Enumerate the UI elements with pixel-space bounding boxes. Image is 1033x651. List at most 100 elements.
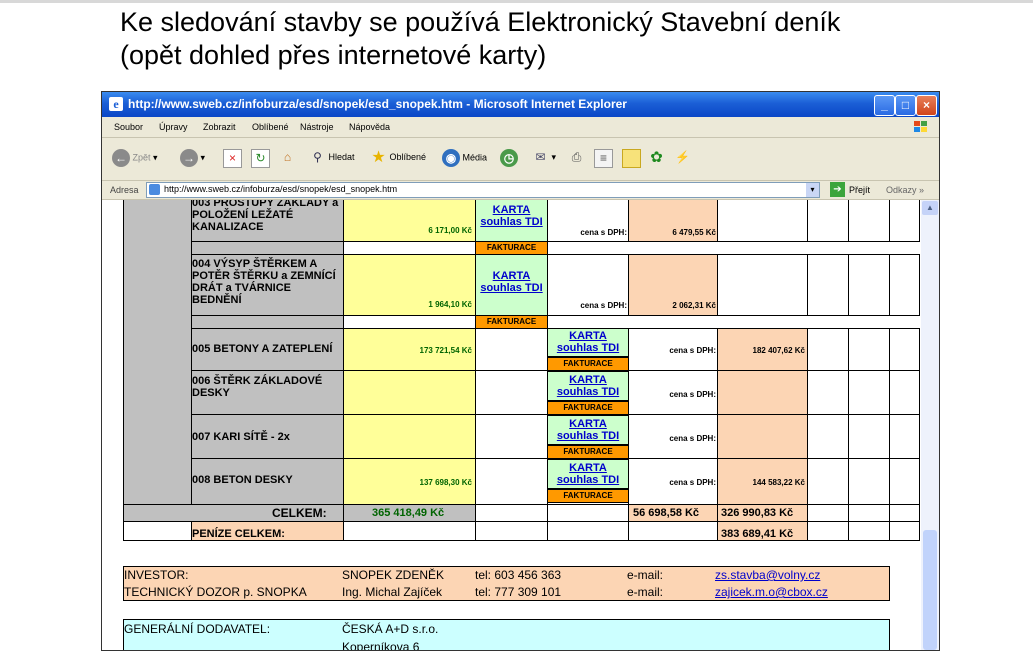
investor-tel: tel: 603 456 363 bbox=[475, 568, 562, 582]
investor-email-link[interactable]: zs.stavba@volny.cz bbox=[715, 568, 820, 582]
menu-bar: Soubor Úpravy Zobrazit Oblíbené Nástroje… bbox=[102, 117, 939, 138]
menu-zobrazit[interactable]: Zobrazit bbox=[203, 122, 236, 132]
penize-col8 bbox=[807, 521, 849, 541]
row004-karta-link[interactable]: KARTA souhlas TDI bbox=[475, 270, 548, 294]
forward-button[interactable]: → ▾ bbox=[180, 149, 205, 169]
address-url: http://www.sweb.cz/infoburza/esd/snopek/… bbox=[164, 184, 398, 194]
row003-col8 bbox=[807, 200, 849, 242]
go-arrow-icon[interactable]: ➔ bbox=[830, 182, 845, 197]
row005-cena-label: cena s DPH: bbox=[669, 346, 716, 355]
refresh-button[interactable]: ↻ bbox=[251, 149, 270, 169]
row006-fakturace[interactable]: FAKTURACE bbox=[547, 403, 629, 412]
penize-value: 383 689,41 Kč bbox=[721, 528, 794, 540]
dozor-role: TECHNICKÝ DOZOR p. SNOPKA bbox=[124, 585, 307, 599]
celkem-col4 bbox=[475, 504, 548, 522]
investor-email-label: e-mail: bbox=[627, 568, 664, 582]
history-icon: ◷ bbox=[500, 149, 518, 167]
row003-cena-label: cena s DPH: bbox=[580, 228, 627, 237]
menu-napoveda[interactable]: Nápověda bbox=[349, 122, 390, 132]
penize-col10 bbox=[889, 521, 920, 541]
window-titlebar[interactable]: e http://www.sweb.cz/infoburza/esd/snope… bbox=[102, 92, 939, 117]
celkem-label: CELKEM: bbox=[272, 506, 327, 520]
address-label: Adresa bbox=[110, 185, 139, 195]
row007-cena-label: cena s DPH: bbox=[669, 434, 716, 443]
row003-amount: 6 171,00 Kč bbox=[428, 226, 472, 235]
row005-fakturace[interactable]: FAKTURACE bbox=[547, 359, 629, 368]
links-button[interactable]: Odkazy » bbox=[886, 185, 924, 195]
menu-soubor[interactable]: Soubor bbox=[114, 122, 143, 132]
menu-nastroje[interactable]: Nástroje bbox=[300, 122, 334, 132]
rows-005-008-col8 bbox=[807, 328, 849, 505]
row004-item: 004 VÝSYP ŠTĚRKEM A POTĚR ŠTĚRKU a ZEMNÍ… bbox=[192, 258, 336, 306]
row003-karta-link[interactable]: KARTA souhlas TDI bbox=[475, 204, 548, 228]
penize-col5 bbox=[547, 521, 629, 541]
scroll-up-icon[interactable]: ▲ bbox=[922, 201, 938, 215]
research-button[interactable]: ⚡ bbox=[674, 149, 691, 169]
address-dropdown-icon[interactable]: ▾ bbox=[806, 183, 819, 197]
row008-fakturace[interactable]: FAKTURACE bbox=[547, 491, 629, 500]
address-input[interactable]: http://www.sweb.cz/infoburza/esd/snopek/… bbox=[146, 182, 820, 198]
close-button[interactable]: × bbox=[916, 95, 937, 116]
home-button[interactable]: ⌂ bbox=[279, 149, 296, 169]
row005-karta-link[interactable]: KARTA souhlas TDI bbox=[547, 330, 629, 354]
favorites-button[interactable]: ★ Oblíbené bbox=[370, 149, 426, 169]
row006-item: 006 ŠTĚRK ZÁKLADOVÉ DESKY bbox=[192, 375, 323, 399]
window-title: http://www.sweb.cz/infoburza/esd/snopek/… bbox=[128, 97, 627, 111]
browser-window: e http://www.sweb.cz/infoburza/esd/snope… bbox=[101, 91, 940, 651]
back-button[interactable]: ← Zpět ▾ bbox=[112, 149, 158, 169]
rows-005-008-col9 bbox=[848, 328, 890, 505]
edit-button[interactable]: ≡ bbox=[594, 149, 613, 169]
celkem-col8 bbox=[807, 504, 849, 522]
go-button[interactable]: Přejít bbox=[849, 185, 870, 195]
refresh-icon: ↻ bbox=[251, 149, 270, 168]
menu-upravy[interactable]: Úpravy bbox=[159, 122, 188, 132]
folder-button[interactable] bbox=[622, 149, 641, 169]
stop-icon: × bbox=[223, 149, 242, 168]
row007-karta-link[interactable]: KARTA souhlas TDI bbox=[547, 418, 629, 442]
back-arrow-icon: ← bbox=[112, 149, 130, 167]
row005-cena: 182 407,62 Kč bbox=[752, 346, 806, 355]
dozor-email-label: e-mail: bbox=[627, 585, 664, 599]
print-button[interactable]: ⎙ bbox=[568, 149, 585, 169]
messenger-icon: ✿ bbox=[650, 149, 663, 166]
row004-fakturace[interactable]: FAKTURACE bbox=[475, 317, 548, 326]
forward-arrow-icon: → bbox=[180, 149, 198, 167]
investor-name: SNOPEK ZDENĚK bbox=[342, 568, 445, 582]
mail-icon: ✉ bbox=[535, 150, 546, 164]
row006-cena-label: cena s DPH: bbox=[669, 390, 716, 399]
slide-title-line2: (opět dohled přes internetové karty) bbox=[120, 40, 547, 70]
celkem-value2: 56 698,58 Kč bbox=[633, 507, 700, 519]
rows-005-008-col10 bbox=[889, 328, 920, 505]
row003-amount-cell bbox=[343, 200, 476, 242]
row004-col9 bbox=[848, 254, 890, 316]
penize-col9 bbox=[848, 521, 890, 541]
scroll-thumb[interactable] bbox=[923, 530, 937, 650]
row003-col10 bbox=[889, 200, 920, 242]
row003-fakturace[interactable]: FAKTURACE bbox=[475, 243, 548, 252]
dozor-email-link[interactable]: zajicek.m.o@cbox.cz bbox=[715, 585, 828, 599]
history-button[interactable]: ◷ bbox=[500, 149, 518, 169]
vertical-scrollbar[interactable]: ▲ bbox=[921, 200, 939, 650]
row006-karta-link[interactable]: KARTA souhlas TDI bbox=[547, 374, 629, 398]
slide-top-line bbox=[0, 0, 1033, 3]
slide-title-line1: Ke sledování stavby se používá Elektroni… bbox=[120, 7, 841, 37]
messenger-button[interactable]: ✿ bbox=[648, 149, 665, 169]
celkem-col5 bbox=[547, 504, 629, 522]
dozor-tel: tel: 777 309 101 bbox=[475, 585, 562, 599]
maximize-button[interactable]: □ bbox=[895, 95, 916, 116]
menu-oblibene[interactable]: Oblíbené bbox=[252, 122, 289, 132]
row008-karta-link[interactable]: KARTA souhlas TDI bbox=[547, 462, 629, 486]
row007-fakturace[interactable]: FAKTURACE bbox=[547, 447, 629, 456]
folder-icon bbox=[622, 149, 641, 168]
mail-button[interactable]: ✉ ▾ bbox=[532, 149, 556, 169]
search-button[interactable]: ⚲ Hledat bbox=[309, 149, 354, 169]
row008-amount: 137 698,30 Kč bbox=[419, 478, 473, 487]
row003-cena: 6 479,55 Kč bbox=[672, 228, 716, 237]
toolbar: ← Zpět ▾ → ▾ × ↻ ⌂ ⚲ Hledat ★ Oblíbené ◉… bbox=[102, 138, 939, 181]
stop-button[interactable]: × bbox=[223, 149, 242, 169]
page-content: 003 PROSTUPY ZÁKLADY a POLOŽENÍ LEŽATÉ K… bbox=[102, 200, 920, 650]
row004-cena: 2 062,31 Kč bbox=[672, 301, 716, 310]
minimize-button[interactable]: _ bbox=[874, 95, 895, 116]
star-icon: ★ bbox=[371, 149, 386, 166]
media-button[interactable]: ◉ Média bbox=[442, 149, 487, 169]
